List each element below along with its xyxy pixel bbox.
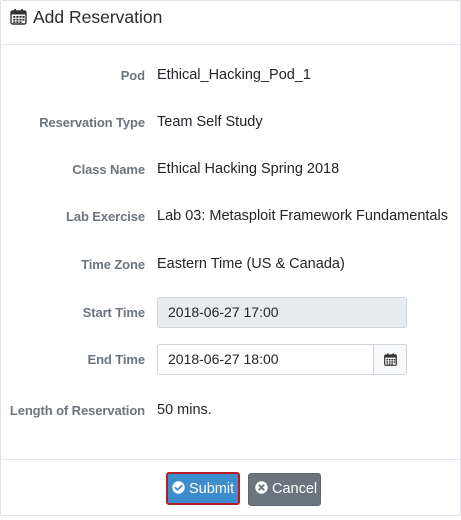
end-time-picker-button[interactable]	[373, 344, 407, 375]
cancel-button[interactable]: Cancel	[248, 473, 321, 506]
class-name-value: Ethical Hacking Spring 2018	[157, 161, 340, 177]
time-zone-label: Time Zone	[81, 257, 145, 272]
check-circle-icon	[172, 481, 185, 494]
lab-exercise-row: Lab Exercise Lab 03: Metasploit Framewor…	[1, 201, 460, 235]
end-time-label: End Time	[87, 352, 146, 367]
end-time-row: End Time 2018-06-27 18:00	[1, 344, 460, 378]
time-zone-value: Eastern Time (US & Canada)	[157, 256, 345, 272]
panel-header: Add Reservation	[1, 1, 460, 45]
start-time-label: Start Time	[82, 305, 145, 320]
submit-button[interactable]: Submit	[166, 472, 240, 505]
lab-exercise-label: Lab Exercise	[65, 209, 145, 224]
reservation-type-label: Reservation Type	[39, 115, 145, 130]
class-name-label: Class Name	[72, 162, 145, 177]
start-time-input: 2018-06-27 17:00	[157, 297, 407, 328]
panel-footer: Submit Cancel	[1, 459, 460, 516]
calendar-icon	[384, 353, 397, 366]
class-name-row: Class Name Ethical Hacking Spring 2018	[1, 154, 460, 188]
panel-title: Add Reservation	[33, 7, 163, 27]
length-value: 50 mins.	[157, 402, 212, 418]
submit-label: Submit	[189, 481, 235, 497]
add-reservation-panel: Add Reservation Pod Ethical_Hacking_Pod_…	[0, 0, 461, 516]
end-time-input[interactable]: 2018-06-27 18:00	[157, 344, 374, 375]
pod-row: Pod Ethical_Hacking_Pod_1	[1, 60, 460, 94]
reservation-type-value: Team Self Study	[157, 114, 263, 130]
times-circle-icon	[255, 481, 268, 494]
reservation-type-row: Reservation Type Team Self Study	[1, 107, 460, 141]
length-row: Length of Reservation 50 mins.	[1, 395, 460, 429]
pod-label: Pod	[120, 68, 145, 83]
pod-value: Ethical_Hacking_Pod_1	[157, 67, 311, 83]
length-label: Length of Reservation	[9, 403, 145, 418]
calendar-icon	[10, 8, 27, 25]
cancel-label: Cancel	[272, 481, 318, 497]
start-time-row: Start Time 2018-06-27 17:00	[1, 297, 460, 331]
time-zone-row: Time Zone Eastern Time (US & Canada)	[1, 249, 460, 283]
lab-exercise-value: Lab 03: Metasploit Framework Fundamental…	[157, 208, 448, 224]
